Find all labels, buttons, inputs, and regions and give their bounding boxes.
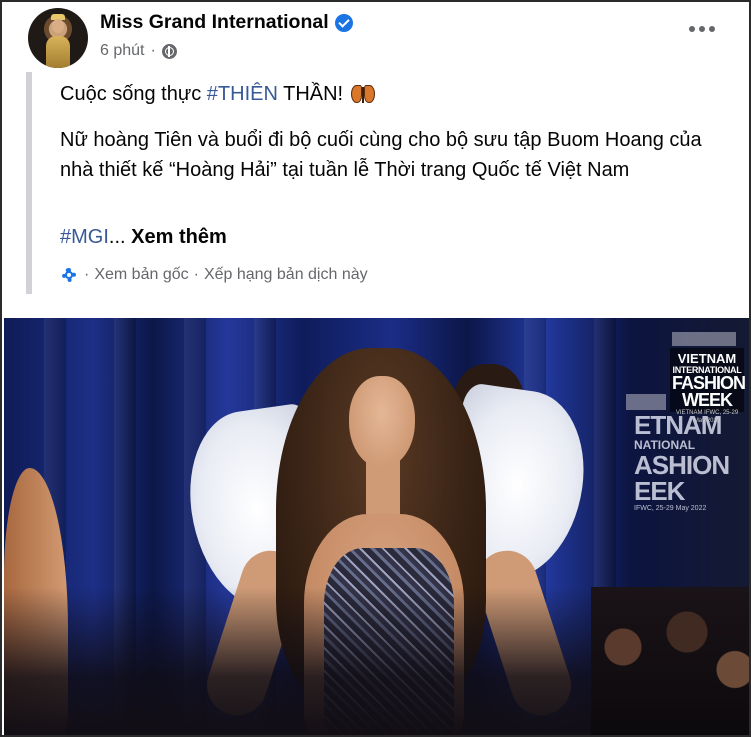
vifw-logo: VIETNAM INTERNATIONAL FASHION WEEK VIETN… [670,348,746,424]
backdrop-line: EEK [634,476,685,506]
avatar-gown [46,36,70,68]
translation-row: · Xem bản gốc · Xếp hạng bản dịch này [60,266,368,284]
post-timestamp[interactable]: 6 phút [100,42,144,60]
view-original-link[interactable]: Xem bản gốc [94,266,188,284]
post-tags-row: #MGI... Xem thêm [60,226,227,249]
post-headline: Cuộc sống thực #THIÊN THẦN! [60,83,376,106]
more-dot [699,26,705,32]
backdrop-date: IFWC, 25-29 May 2022 [634,505,707,512]
post-header: Miss Grand International 6 phút · [24,6,749,70]
watermark-blur [626,394,666,410]
translation-separator: · [84,266,90,283]
rate-translation-link[interactable]: Xếp hạng bản dịch này [204,266,368,284]
avatar-face [52,19,64,33]
page-name-row: Miss Grand International [100,11,353,34]
headline-prefix: Cuộc sống thực [60,83,207,105]
post-meta: 6 phút · [100,42,177,60]
verified-badge-icon [334,13,353,32]
butterfly-body [362,86,365,103]
page-name[interactable]: Miss Grand International [100,11,329,34]
butterfly-wing-right [364,84,376,103]
gear-hole [67,273,71,277]
butterfly-wing-left [351,84,363,103]
post-paragraph: Nữ hoàng Tiên và buổi đi bộ cuối cùng ch… [60,129,702,181]
logo-line: WEEK [682,390,733,410]
model-face [349,376,415,468]
more-dot [709,26,715,32]
ellipsis: ... [108,226,126,248]
backdrop-line: ASHION [634,450,730,480]
meta-separator: · [150,42,156,59]
butterfly-emoji-icon [351,84,376,106]
hashtag-mgi[interactable]: #MGI [60,226,109,248]
see-more-button[interactable]: Xem thêm [131,226,227,248]
more-options-icon[interactable] [689,26,715,32]
audience [591,587,749,735]
translated-post-text: Cuộc sống thực #THIÊN THẦN! Nữ hoàng Tiê… [26,72,736,294]
gear-icon[interactable] [60,266,78,284]
watermark-blur [672,332,736,346]
headline-suffix: THẦN! [277,83,344,105]
page-avatar[interactable] [28,8,88,68]
post-photo[interactable]: ETNAM NATIONAL ASHION EEK IFWC, 25-29 Ma… [4,318,749,735]
facebook-post: Miss Grand International 6 phút · Cuộc s… [0,0,751,737]
logo-line: VIETNAM [677,351,737,366]
backdrop-event-text: ETNAM NATIONAL ASHION EEK IFWC, 25-29 Ma… [634,412,734,514]
translation-separator: · [193,266,199,283]
globe-icon[interactable] [161,43,177,59]
hashtag-thien[interactable]: #THIÊN [207,83,278,106]
more-dot [689,26,695,32]
logo-date: VIETNAM IFWC, 25-29 May 2022 [675,410,739,424]
